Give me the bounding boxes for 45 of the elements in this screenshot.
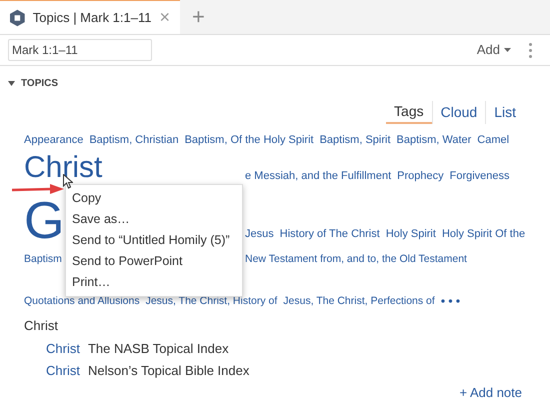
source-title: Nelson’s Topical Bible Index [88, 362, 250, 380]
topic-link[interactable]: Baptism, Water [396, 132, 472, 148]
topic-link[interactable]: Prophecy [397, 168, 444, 184]
topic-link[interactable]: Forgiveness [450, 168, 510, 184]
topic-link[interactable]: Baptism, Christian [89, 132, 179, 148]
topic-link[interactable]: Holy Spirit Of the [442, 226, 526, 242]
topic-link[interactable]: Quotations and Allusions [24, 294, 140, 310]
topic-link[interactable]: Jesus, The Christ, Perfections of [283, 294, 435, 310]
menu-item[interactable]: Copy [66, 188, 242, 209]
topic-link[interactable]: Appearance [24, 132, 84, 148]
topic-link[interactable]: Holy Spirit [386, 226, 436, 242]
topic-link[interactable]: Jesus [245, 226, 274, 242]
view-tab[interactable]: Tags [386, 101, 432, 124]
expand-triangle-icon[interactable] [8, 81, 15, 86]
menu-item[interactable]: Send to “Untitled Homily (5)” [66, 230, 242, 251]
topic-link[interactable]: New Testament from, and to, the Old Testament [245, 252, 467, 268]
more-menu-icon[interactable] [529, 42, 532, 58]
reference-field[interactable]: Mark 1:1–11 [8, 39, 152, 61]
view-tab[interactable]: Cloud [432, 101, 486, 124]
topic-link[interactable]: Baptism, Of the Holy Spirit [184, 132, 314, 148]
entry-heading: Christ [24, 317, 59, 335]
document-tab[interactable]: Topics | Mark 1:1–11 × [0, 0, 180, 34]
topic-link[interactable]: History of The Christ [280, 226, 380, 242]
topic-link[interactable]: Baptism [24, 252, 62, 268]
tab-title: Topics | Mark 1:1–11 [32, 8, 152, 27]
topic-link[interactable]: Christ [24, 152, 102, 184]
add-note-link[interactable]: + Add note [459, 382, 526, 402]
topic-link[interactable]: Jesus, The Christ, History of [146, 294, 278, 310]
source-title: The NASB Topical Index [88, 340, 229, 358]
caret-icon [504, 48, 511, 52]
topic-link[interactable]: Baptism, Spirit [320, 132, 391, 148]
topic-link[interactable]: Camel [477, 132, 510, 148]
add-button[interactable]: Add [476, 40, 511, 60]
menu-item[interactable]: Send to PowerPoint [66, 251, 242, 272]
topic-link[interactable]: e Messiah, and the Fulfillment [245, 168, 392, 184]
topic-link[interactable]: G [24, 200, 64, 242]
menu-item[interactable]: Print… [66, 272, 242, 293]
arrow-icon [12, 184, 64, 194]
view-tab[interactable]: List [485, 101, 524, 124]
topic-link[interactable]: Christ [46, 361, 80, 380]
section-title: TOPICS [21, 77, 58, 91]
hexagon-icon [10, 8, 25, 26]
topic-link[interactable]: Christ [46, 338, 80, 358]
menu-item[interactable]: Save as… [66, 209, 242, 230]
more-topics-button[interactable]: • • • [440, 292, 460, 310]
